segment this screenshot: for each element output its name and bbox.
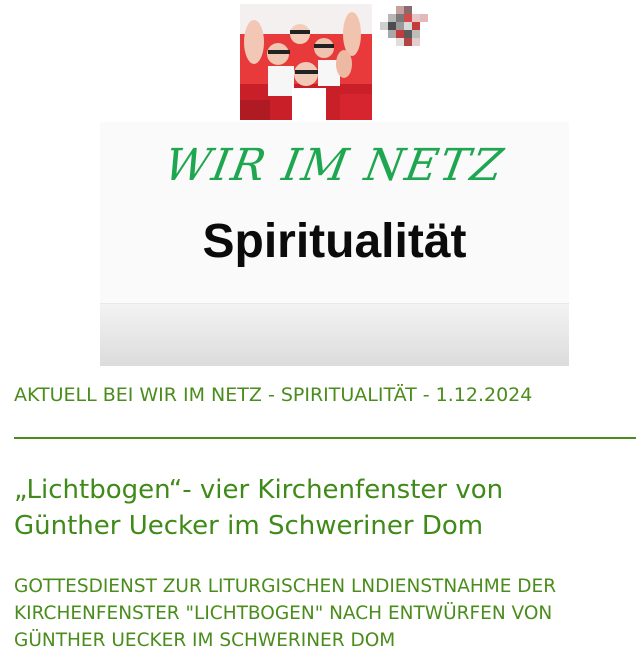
banner-title: Spiritualität [202,215,467,268]
section-divider [14,437,636,439]
banner-script-title: WIR IM NETZ [160,140,509,191]
article-subheading-line-3: GÜNTHER UECKER IM SCHWERINER DOM [14,630,396,651]
crowd-photo [240,4,372,120]
banner-bottom-bar [100,303,569,366]
article-headline[interactable]: „Lichtbogen“- vier Kirchenfenster von Gü… [14,472,624,544]
article-headline-line-1: „Lichtbogen“- vier Kirchenfenster von [14,475,504,505]
article-subheading: GOTTESDIENST ZUR LITURGISCHEN LNDIENSTNA… [14,573,634,654]
article-subheading-line-2: KIRCHENFENSTER "LICHTBOGEN" NACH ENTWÜRF… [14,603,553,624]
spiritualitaet-banner: WIR IM NETZ Spiritualität [100,122,569,366]
news-heading-link[interactable]: AKTUELL BEI WIR IM NETZ - SPIRITUALITÄT … [14,384,532,406]
pixel-mosaic-logo [380,6,432,52]
article-headline-line-2: Günther Uecker im Schweriner Dom [14,511,484,541]
article-subheading-line-1: GOTTESDIENST ZUR LITURGISCHEN LNDIENSTNA… [14,576,557,597]
